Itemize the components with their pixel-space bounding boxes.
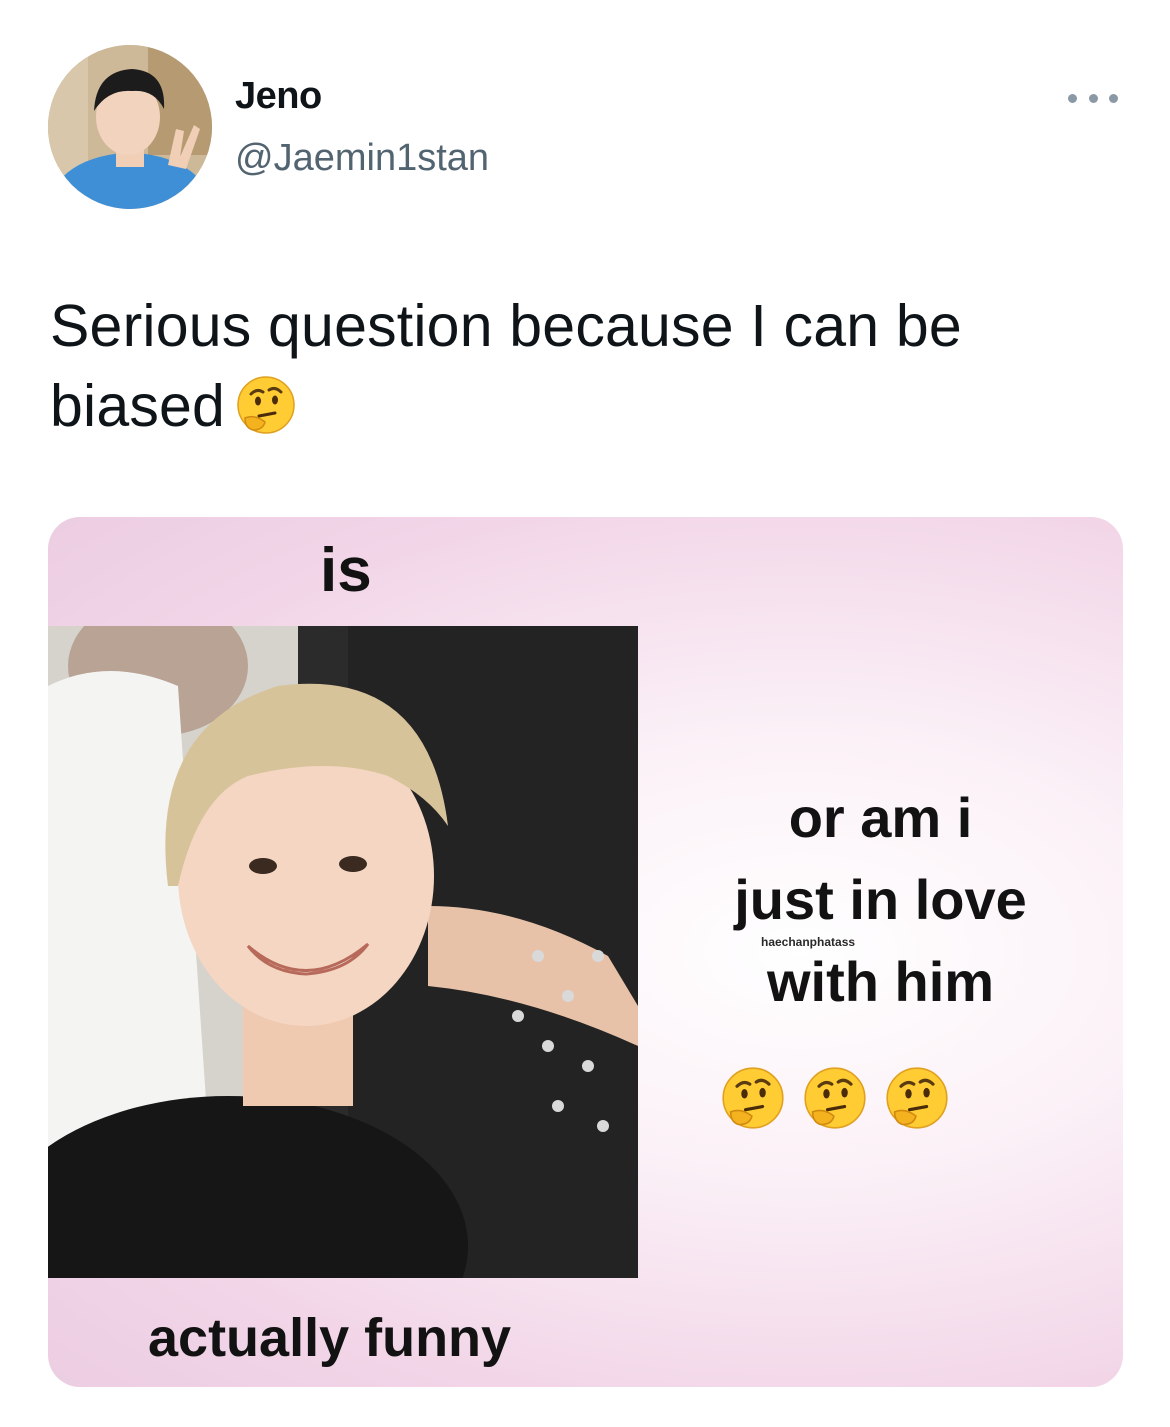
- thinking-face-emoji: [884, 1065, 950, 1135]
- tweet-text-content: Serious question because I can be biased: [50, 293, 962, 439]
- meme-line: just in love: [734, 868, 1027, 931]
- thinking-face-emoji: [720, 1065, 786, 1135]
- author-handle[interactable]: @Jaemin1stan: [235, 137, 489, 180]
- meme-watermark: haechanphatass: [761, 935, 856, 949]
- author-name[interactable]: Jeno: [235, 75, 322, 118]
- meme-bottom-text: actually funny: [148, 1308, 512, 1368]
- emoji-row: [720, 1065, 950, 1135]
- tweet-header: Jeno @Jaemin1stan: [48, 45, 1122, 215]
- meme-line: or am i: [788, 786, 973, 849]
- more-dot: [1109, 93, 1118, 103]
- meme-right-text: or am i just in love with him: [638, 777, 1123, 1023]
- author-avatar[interactable]: [48, 45, 212, 209]
- media-image[interactable]: is or am i just in love with him haechan…: [48, 517, 1123, 1387]
- meme-line: with him: [766, 950, 995, 1013]
- more-dot: [1088, 93, 1098, 103]
- meme-photo: [48, 626, 638, 1278]
- meme-top-word: is: [320, 536, 372, 605]
- more-options-icon[interactable]: [1068, 83, 1118, 113]
- tweet-text: Serious question because I can be biased: [50, 286, 1110, 446]
- thinking-face-emoji: [802, 1065, 868, 1135]
- thinking-face-emoji: [235, 374, 297, 436]
- more-dot: [1068, 93, 1077, 103]
